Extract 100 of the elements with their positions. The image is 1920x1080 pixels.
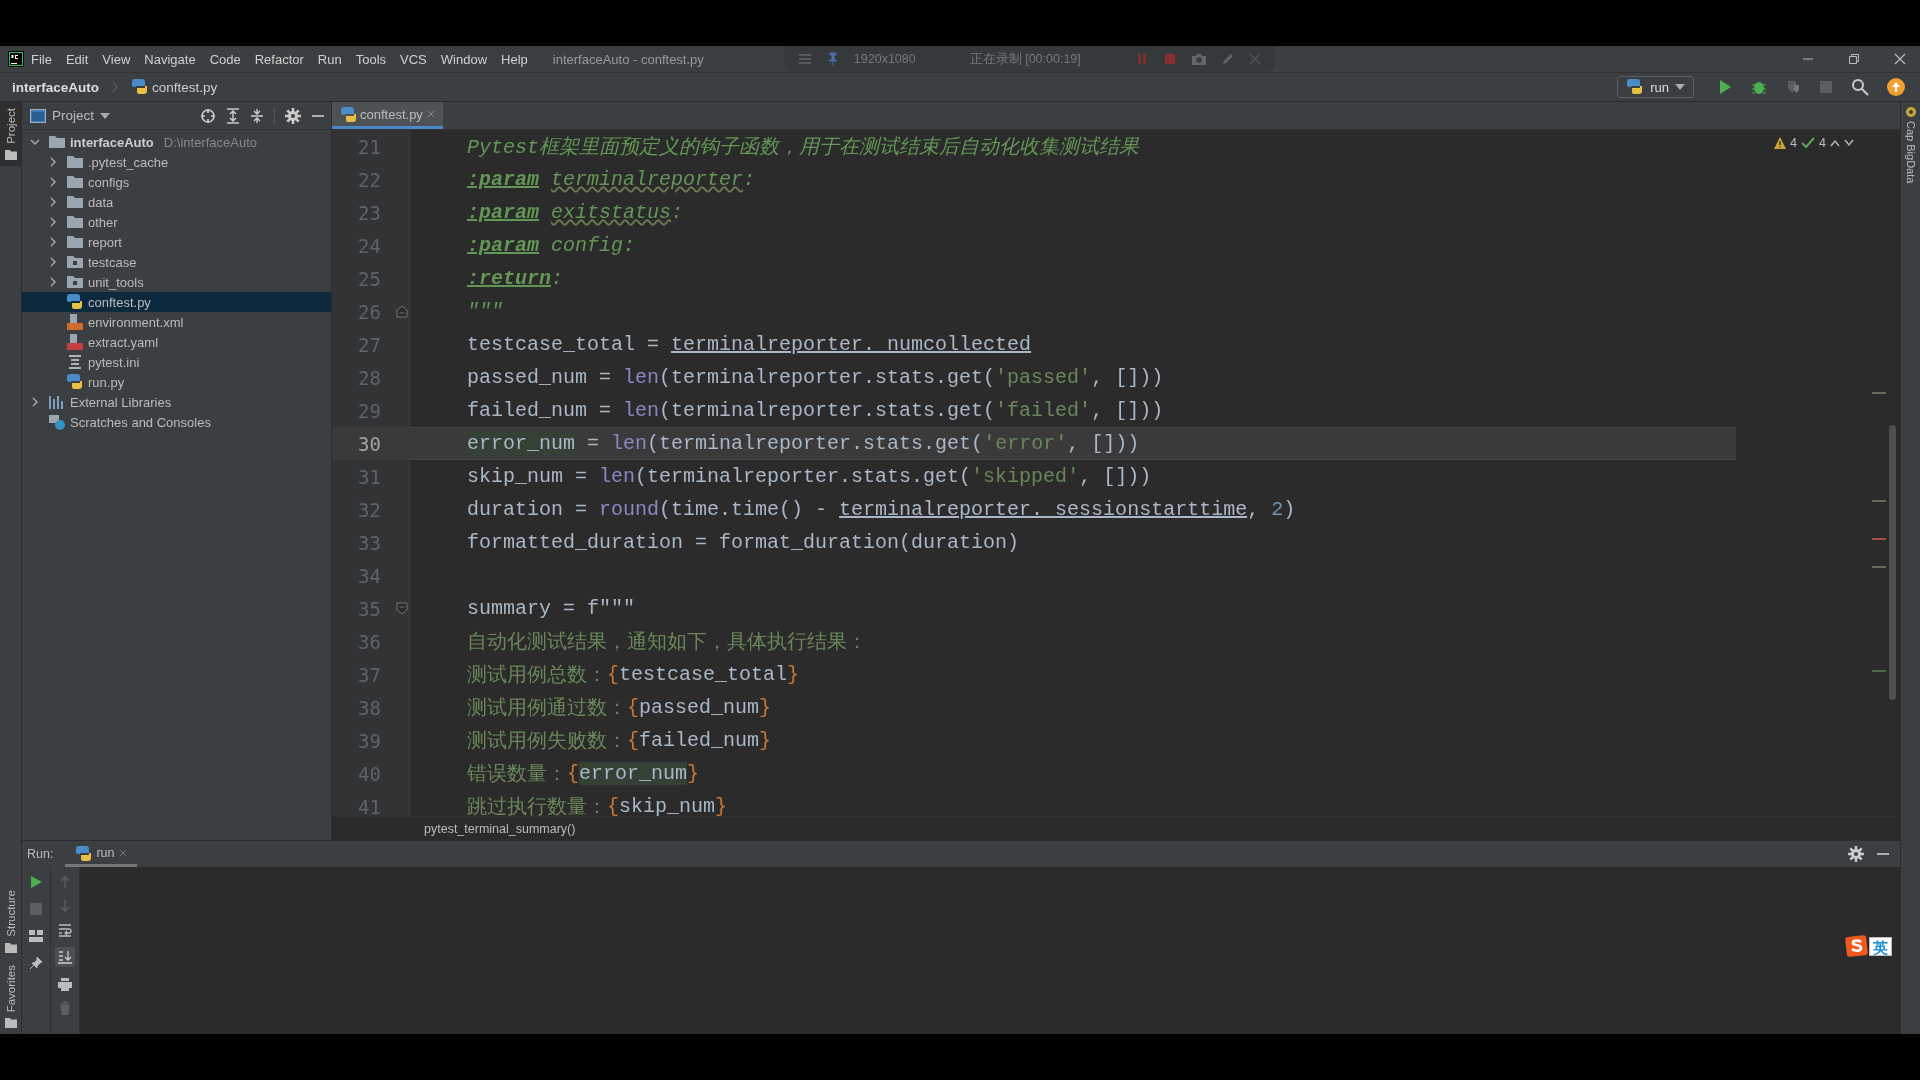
folder-icon [66, 193, 84, 211]
tree-item[interactable]: Scratches and Consoles [22, 412, 331, 432]
ime-badge[interactable]: 英 [1845, 935, 1892, 957]
print-icon[interactable] [57, 977, 73, 991]
arrow-down-icon[interactable] [1844, 139, 1854, 147]
menu-item[interactable]: View [95, 51, 138, 67]
pencil-icon[interactable] [1220, 52, 1235, 66]
menu-item[interactable]: Code [202, 51, 248, 67]
python-file-icon [340, 106, 356, 122]
yaml-file-icon [66, 333, 84, 351]
folder-icon [48, 133, 66, 151]
rerun-icon[interactable] [29, 875, 43, 889]
project-view-dropdown[interactable]: Project [30, 108, 111, 123]
pin-icon[interactable] [29, 956, 43, 970]
tree-item[interactable]: .pytest_cache [22, 152, 331, 172]
tree-item[interactable]: pytest.ini [22, 352, 331, 372]
chevron-right-icon[interactable] [48, 257, 58, 267]
menu-item[interactable]: Window [433, 51, 495, 67]
chevron-right-icon[interactable] [48, 237, 58, 247]
line-number: 30 [358, 432, 382, 455]
scrollbar-thumb[interactable] [1889, 425, 1896, 700]
code-line: testcase_total = terminalreporter._numcollected [466, 332, 1033, 358]
search-icon[interactable] [1851, 78, 1869, 96]
python-file-icon [66, 293, 84, 311]
menu-item[interactable]: Edit [58, 51, 96, 67]
code-line: 测试用例失败数：{failed_num} [466, 728, 773, 755]
menu-item[interactable]: Help [494, 51, 535, 67]
tool-window-tab[interactable]: Cap BigData [1901, 102, 1920, 188]
tree-item[interactable]: data [22, 192, 331, 212]
bug-icon[interactable] [1751, 79, 1767, 95]
tree-item[interactable]: environment.xml [22, 312, 331, 332]
tree-item[interactable]: testcase [22, 252, 331, 272]
tree-item[interactable]: unit_tools [22, 272, 331, 292]
locate-icon[interactable] [200, 107, 216, 124]
menu-item[interactable]: Refactor [247, 51, 311, 67]
code-line: 测试用例通过数：{passed_num} [466, 695, 773, 722]
shield-icon[interactable] [1785, 79, 1801, 95]
breadcrumb-item[interactable]: conftest.py [131, 78, 218, 96]
collapse-all-icon[interactable] [250, 107, 264, 124]
layout-icon[interactable] [28, 929, 44, 943]
chevron-right-icon[interactable] [48, 157, 58, 167]
code-line: summary = f""" [466, 596, 637, 622]
fold-icon[interactable] [396, 602, 408, 615]
tree-item[interactable]: interfaceAuto D:\interfaceAuto [22, 132, 331, 152]
fold-icon[interactable] [396, 305, 408, 318]
caret-icon [1675, 84, 1685, 90]
folder-icon [66, 273, 84, 291]
scroll-to-end-icon[interactable] [55, 947, 75, 967]
tree-item[interactable]: run.py [22, 372, 331, 392]
settings-icon[interactable] [1848, 846, 1864, 862]
breadcrumb-item[interactable]: pytest_terminal_summary() [424, 821, 576, 836]
tree-item[interactable]: conftest.py [22, 292, 331, 312]
expand-all-icon[interactable] [226, 107, 240, 124]
tree-item[interactable]: extract.yaml [22, 332, 331, 352]
arrow-up-icon[interactable] [1830, 139, 1840, 147]
chevron-right-icon[interactable] [48, 197, 58, 207]
tree-item[interactable]: other [22, 212, 331, 232]
chevron-right-icon[interactable] [48, 277, 58, 287]
editor-tab[interactable]: conftest.py [332, 102, 443, 129]
chevron-down-icon[interactable] [30, 137, 40, 147]
tree-item[interactable]: report [22, 232, 331, 252]
tree-item[interactable]: External Libraries [22, 392, 331, 412]
python-icon [75, 844, 92, 861]
check-icon [1801, 137, 1816, 149]
resolution-label: 1920x1080 [853, 52, 916, 66]
window-title: interfaceAuto - conftest.py [552, 51, 704, 67]
inspection-widget[interactable]: 4 4 [1774, 136, 1854, 150]
folder-icon [66, 213, 84, 231]
run-icon[interactable] [1717, 79, 1733, 95]
tree-item[interactable]: configs [22, 172, 331, 192]
restore-icon[interactable] [1848, 53, 1860, 65]
menu-item[interactable]: VCS [393, 51, 434, 67]
code-line: :return: [466, 266, 565, 292]
soft-wrap-icon[interactable] [58, 923, 72, 937]
menu-item[interactable]: File [24, 51, 59, 67]
menu-item[interactable]: Run [310, 51, 349, 67]
folder-icon [66, 153, 84, 171]
menu-item[interactable]: Tools [348, 51, 394, 67]
xml-file-icon [66, 313, 84, 331]
camera-icon[interactable] [1190, 52, 1207, 66]
recording-status: 正在录制 [00:00:19] [969, 50, 1081, 68]
input-method-logo-icon [1845, 935, 1869, 957]
code-line: 测试用例总数：{testcase_total} [466, 662, 801, 689]
update-icon[interactable] [1887, 78, 1905, 96]
tool-window-tab[interactable]: Structure [0, 884, 21, 959]
app-logo-icon[interactable] [8, 51, 24, 67]
tool-window-tab[interactable]: Favorites [0, 958, 21, 1034]
chevron-right-icon[interactable] [48, 177, 58, 187]
folder-icon [4, 147, 17, 160]
settings-icon[interactable] [285, 107, 301, 124]
breadcrumb-item[interactable]: interfaceAuto [12, 79, 99, 95]
code-line: :param terminalreporter: [466, 167, 757, 193]
code-line: duration = round(time.time() - terminalreporter._sessionstarttime, 2) [466, 497, 1297, 523]
close-icon[interactable] [1894, 53, 1906, 65]
chevron-right-icon[interactable] [48, 217, 58, 227]
chevron-right-icon[interactable] [30, 397, 40, 407]
tool-window-tab[interactable]: Project [0, 102, 21, 166]
menu-item[interactable]: Navigate [137, 51, 203, 67]
run-configuration-dropdown[interactable]: run [1617, 76, 1694, 98]
close-icon[interactable] [119, 848, 128, 857]
